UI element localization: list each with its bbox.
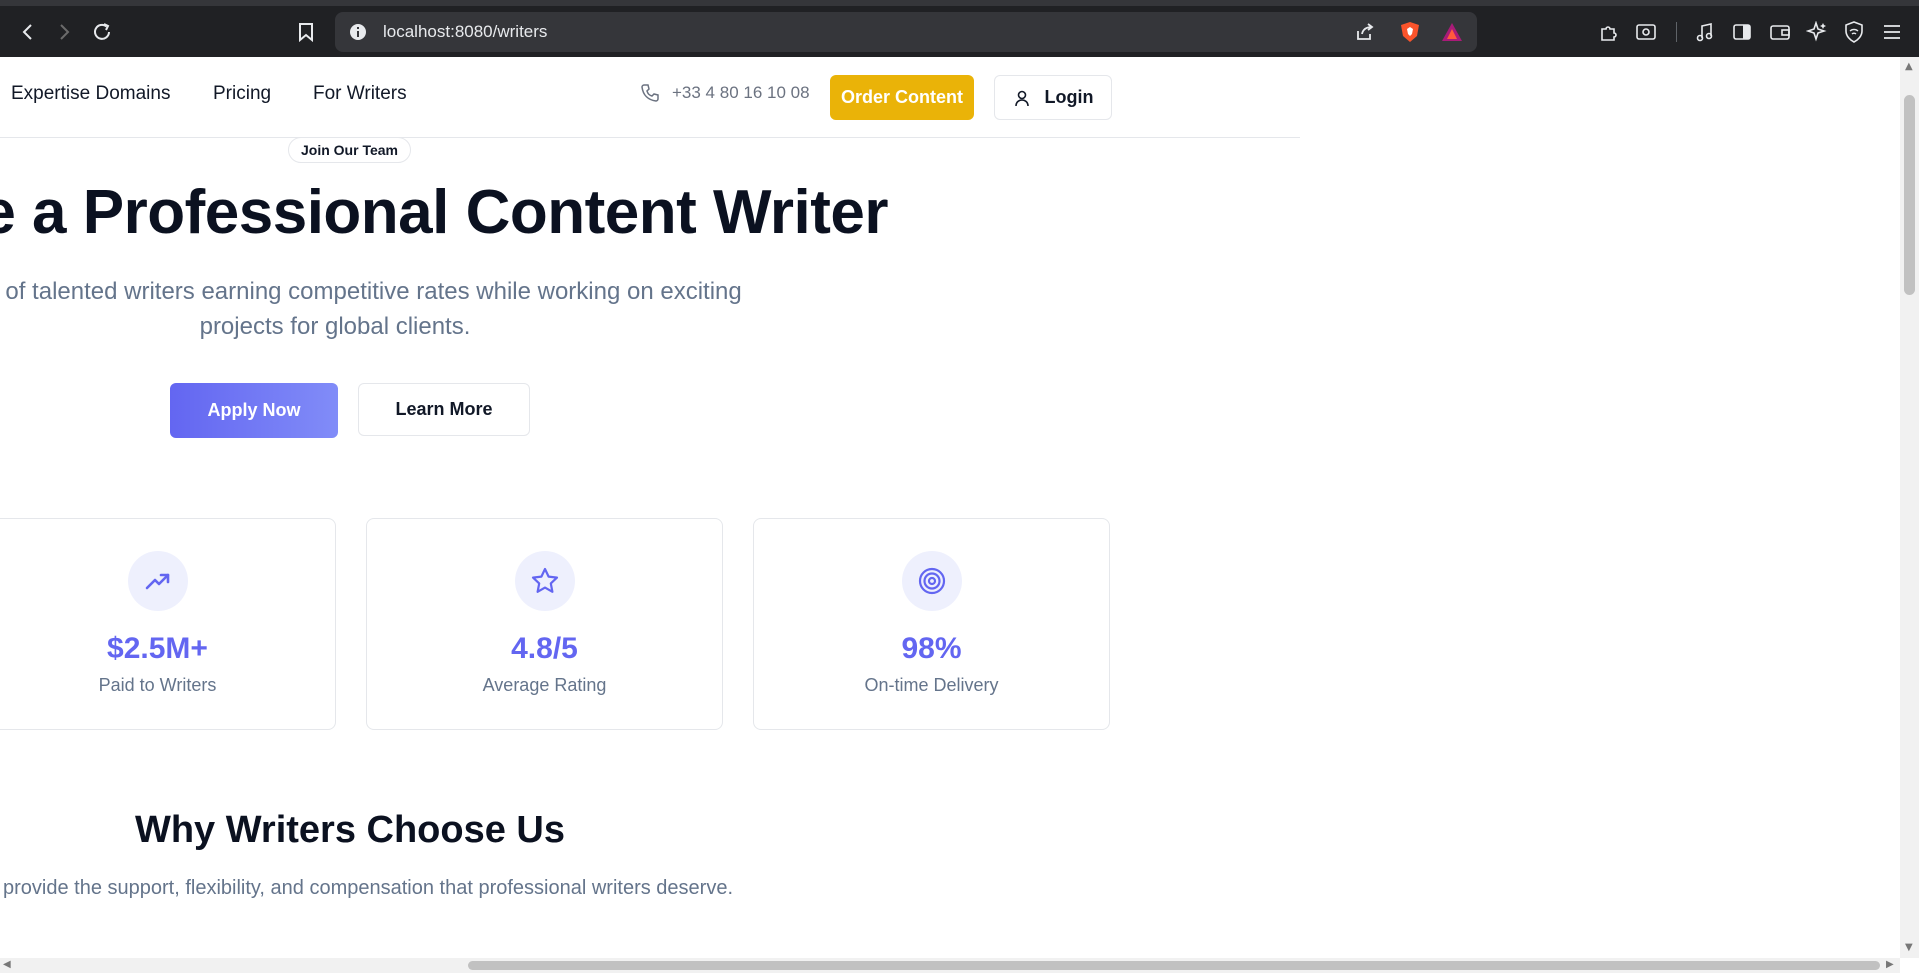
login-button[interactable]: Login xyxy=(994,75,1112,120)
target-icon xyxy=(901,551,962,611)
menu-icon[interactable] xyxy=(1879,19,1905,45)
wallet-icon[interactable] xyxy=(1767,19,1793,45)
hero-subtitle: eds of talented writers earning competit… xyxy=(0,274,742,344)
why-writers-subtitle: provide the support, flexibility, and co… xyxy=(2,877,733,899)
stat-card-delivery: 98% On-time Delivery xyxy=(753,518,1110,730)
stat-value: 98% xyxy=(901,632,962,665)
star-icon xyxy=(514,551,575,611)
tab-strip xyxy=(0,0,1919,6)
share-icon[interactable] xyxy=(1355,22,1375,42)
url-text: localhost:8080/writers xyxy=(383,22,548,41)
back-arrow-icon xyxy=(22,24,32,40)
browser-toolbar: localhost:8080/writers xyxy=(0,0,1919,57)
nav-for-writers[interactable]: For Writers xyxy=(313,83,407,105)
stat-card-paid: $2.5M+ Paid to Writers xyxy=(0,518,336,730)
page-viewport: Expertise Domains Pricing For Writers +3… xyxy=(0,57,1900,958)
learn-more-button[interactable]: Learn More xyxy=(358,383,530,436)
site-header: Expertise Domains Pricing For Writers +3… xyxy=(0,57,1300,138)
order-content-button[interactable]: Order Content xyxy=(830,75,974,120)
hero-subtitle-line-1: eds of talented writers earning competit… xyxy=(0,278,742,305)
address-bar[interactable]: localhost:8080/writers xyxy=(335,12,1477,52)
horizontal-scrollbar[interactable]: ◀ ▶ xyxy=(0,958,1900,973)
reload-icon xyxy=(94,23,110,40)
vertical-scrollbar[interactable]: ▲ ▼ xyxy=(1900,57,1919,958)
stat-label: Average Rating xyxy=(482,675,607,695)
music-icon[interactable] xyxy=(1692,19,1718,45)
screenshot-icon[interactable] xyxy=(1633,19,1659,45)
brave-rewards-icon[interactable] xyxy=(1441,22,1463,42)
stat-card-rating: 4.8/5 Average Rating xyxy=(366,518,723,730)
scroll-left-arrow-icon[interactable]: ◀ xyxy=(3,960,11,970)
reload-button[interactable] xyxy=(86,16,118,48)
stat-value: $2.5M+ xyxy=(107,632,208,665)
sidebar-icon[interactable] xyxy=(1729,19,1755,45)
stat-value: 4.8/5 xyxy=(511,632,578,665)
brave-shield-icon[interactable] xyxy=(1399,21,1421,43)
apply-now-button[interactable]: Apply Now xyxy=(170,383,338,438)
horizontal-scroll-thumb[interactable] xyxy=(468,961,1880,970)
scroll-right-arrow-icon[interactable]: ▶ xyxy=(1886,960,1894,970)
vpn-icon[interactable] xyxy=(1841,19,1867,45)
login-label: Login xyxy=(1044,87,1094,107)
user-icon xyxy=(1014,90,1029,106)
hero-subtitle-line-2: projects for global clients. xyxy=(199,313,471,340)
phone-number: +33 4 80 16 10 08 xyxy=(672,83,810,102)
phone-icon xyxy=(641,84,659,102)
stat-label: Paid to Writers xyxy=(98,675,217,695)
phone-contact[interactable]: +33 4 80 16 10 08 xyxy=(640,83,810,103)
info-icon xyxy=(350,24,366,40)
stat-label: On-time Delivery xyxy=(864,675,999,695)
vertical-scroll-thumb[interactable] xyxy=(1904,95,1915,295)
leo-ai-icon[interactable] xyxy=(1804,19,1830,45)
nav-pricing[interactable]: Pricing xyxy=(213,83,271,105)
forward-button[interactable] xyxy=(48,16,80,48)
trending-up-icon xyxy=(127,551,188,611)
toolbar-divider xyxy=(1676,22,1677,42)
bookmark-icon xyxy=(299,23,313,42)
back-button[interactable] xyxy=(12,16,44,48)
join-team-badge: Join Our Team xyxy=(288,137,411,163)
scroll-up-arrow-icon[interactable]: ▲ xyxy=(1905,62,1913,72)
hero-title: ne a Professional Content Writer xyxy=(0,178,889,247)
scroll-down-arrow-icon[interactable]: ▼ xyxy=(1905,943,1913,953)
why-writers-title: Why Writers Choose Us xyxy=(134,809,566,851)
forward-arrow-icon xyxy=(60,24,70,40)
extensions-icon[interactable] xyxy=(1596,19,1622,45)
bookmark-button[interactable] xyxy=(290,16,322,48)
nav-expertise-domains[interactable]: Expertise Domains xyxy=(11,83,170,105)
